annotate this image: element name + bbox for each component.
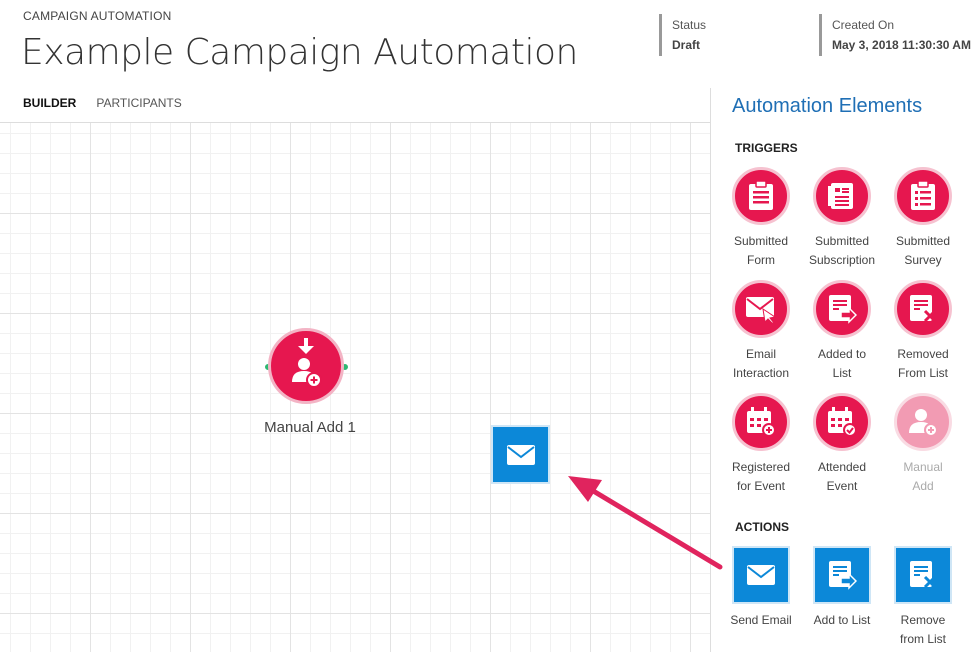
email-interaction-icon [746, 297, 777, 323]
trigger-attended-event[interactable]: Attended Event [802, 393, 882, 496]
action-label-line1: Add to List [813, 613, 871, 627]
panel-divider [710, 88, 711, 652]
created-on-value: May 3, 2018 11:30:30 AM [832, 38, 971, 52]
tab-builder[interactable]: BUILDER [23, 96, 76, 110]
manual-add-icon [292, 338, 322, 388]
trigger-label-line2: Subscription [808, 253, 876, 267]
trigger-removed-from-list[interactable]: Removed From List [883, 280, 963, 383]
trigger-label-line2: Form [747, 253, 775, 267]
tab-participants[interactable]: PARTICIPANTS [96, 96, 181, 110]
add-to-list-icon [829, 561, 857, 590]
trigger-submitted-survey[interactable]: Submitted Survey [883, 167, 963, 270]
added-to-list-icon [829, 295, 857, 324]
trigger-label-line2: Survey [904, 253, 942, 267]
remove-from-list-icon [910, 561, 937, 589]
trigger-label-line2: Add [912, 479, 934, 493]
subscription-icon [828, 183, 853, 209]
node-label: Manual Add 1 [264, 419, 356, 436]
action-label-line1: Remove [900, 613, 946, 627]
status-block: Status Draft [659, 14, 706, 56]
manual-add-icon [909, 409, 938, 437]
survey-icon [911, 181, 935, 210]
trigger-email-interaction[interactable]: Email Interaction [721, 280, 801, 383]
created-on-block: Created On May 3, 2018 11:30:30 AM [819, 14, 971, 56]
trigger-label-line1: Added to [817, 347, 867, 361]
trigger-label-line1: Submitted [895, 234, 951, 248]
trigger-label-line1: Removed [897, 347, 949, 361]
status-value: Draft [672, 38, 701, 52]
actions-heading: ACTIONS [735, 520, 789, 534]
attended-event-icon [828, 407, 857, 437]
trigger-registered-for-event[interactable]: Registered for Event [721, 393, 801, 496]
dragged-send-email-tile[interactable] [491, 425, 550, 484]
envelope-icon [747, 565, 775, 585]
status-label: Status [672, 18, 707, 32]
removed-from-list-icon [910, 295, 937, 323]
triggers-heading: TRIGGERS [735, 141, 798, 155]
builder-canvas[interactable] [0, 122, 710, 652]
action-remove-from-list[interactable]: Remove from List [883, 546, 963, 649]
trigger-added-to-list[interactable]: Added to List [802, 280, 882, 383]
action-add-to-list[interactable]: Add to List [802, 546, 882, 630]
trigger-label-line1: Submitted [733, 234, 789, 248]
panel-title: Automation Elements [732, 95, 923, 117]
trigger-label-line1: Registered [731, 460, 791, 474]
trigger-label-line1: Email [745, 347, 776, 361]
breadcrumb: CAMPAIGN AUTOMATION [23, 9, 172, 23]
created-on-label: Created On [832, 18, 895, 32]
trigger-label-line2: Event [826, 479, 858, 493]
trigger-label-line2: List [832, 366, 852, 380]
action-label-line2: from List [899, 632, 946, 646]
trigger-label-line2: Interaction [732, 366, 790, 380]
action-send-email[interactable]: Send Email [721, 546, 801, 630]
action-label-line1: Send Email [730, 613, 792, 627]
trigger-label-line2: for Event [736, 479, 786, 493]
trigger-manual-add: Manual Add [883, 393, 963, 496]
page-title: Example Campaign Automation [21, 32, 578, 73]
trigger-label-line1: Attended [817, 460, 867, 474]
form-icon [749, 181, 773, 210]
trigger-submitted-form[interactable]: Submitted Form [721, 167, 801, 270]
trigger-label-line2: From List [897, 366, 948, 380]
registered-event-icon [747, 407, 776, 437]
trigger-label-line1: Submitted [814, 234, 870, 248]
tab-bar: BUILDER PARTICIPANTS [23, 96, 182, 110]
trigger-label-line1: Manual [903, 460, 943, 474]
manual-add-node[interactable] [268, 328, 344, 404]
envelope-icon [506, 444, 535, 465]
trigger-submitted-subscription[interactable]: Submitted Subscription [802, 167, 882, 270]
